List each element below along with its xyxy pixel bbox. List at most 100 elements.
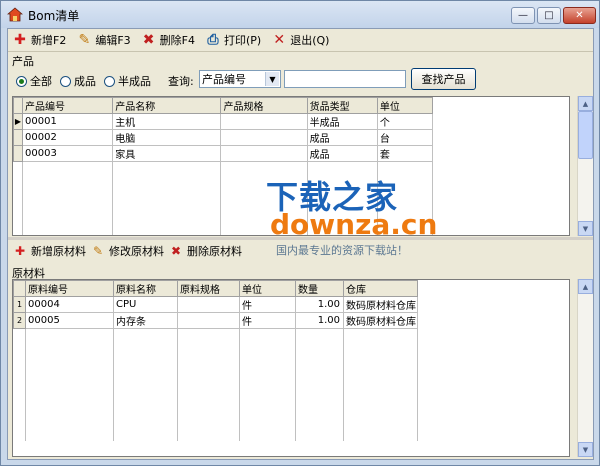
material-cell-qty[interactable]: 1.00 [295, 312, 344, 329]
empty-cell [13, 398, 26, 413]
product-cell-type[interactable]: 半成品 [307, 113, 378, 130]
toolbar-button-3[interactable]: ⎙ 打印(P) [205, 30, 261, 50]
empty-cell [177, 356, 240, 371]
add-icon: ✚ [14, 32, 26, 48]
radio-circle-icon[interactable] [60, 75, 71, 87]
close-button[interactable]: ✕ [563, 7, 596, 24]
empty-cell [13, 231, 24, 235]
maximize-button[interactable]: □ [537, 7, 561, 24]
material-column-header[interactable]: 单位 [239, 280, 296, 297]
material-cell-warehouse[interactable]: 数码原材料仓库 [343, 296, 418, 313]
toolbar-button-4[interactable]: ✕ 退出(Q) [271, 30, 329, 50]
empty-cell [177, 426, 240, 441]
material-cell-name[interactable]: CPU [113, 296, 178, 313]
empty-cell [177, 412, 240, 427]
material-column-header[interactable]: 数量 [295, 280, 344, 297]
radio-circle-icon[interactable] [16, 75, 27, 87]
empty-row [13, 412, 418, 427]
minimize-button[interactable]: — [511, 7, 535, 24]
material-cell-code[interactable]: 00004 [25, 296, 114, 313]
material-grid: 原料编号 原料名称 原料规格 单位 数量 仓库 1 00004 CPU 件 1.00 数码原材料仓库… [12, 279, 570, 457]
product-column-header[interactable]: 单位 [376, 97, 434, 114]
filter-radio-1[interactable]: 成品 [60, 73, 96, 89]
scroll-up-icon[interactable]: ▲ [578, 96, 593, 111]
product-row[interactable]: ▶ 00001 主机 半成品个 [13, 113, 434, 130]
material-column-header[interactable]: 仓库 [343, 280, 418, 297]
empty-cell [343, 398, 418, 413]
empty-cell [343, 356, 418, 371]
empty-cell [25, 370, 114, 385]
product-cell-type[interactable]: 成品 [307, 145, 378, 162]
material-scrollbar[interactable]: ▲ ▼ [577, 279, 593, 457]
scroll-up-icon[interactable]: ▲ [578, 279, 593, 294]
empty-cell [13, 356, 26, 371]
material-cell-spec[interactable] [177, 312, 240, 329]
material-cell-code[interactable]: 00005 [25, 312, 114, 329]
empty-cell [113, 426, 178, 441]
toolbar-button-1[interactable]: ✎ 编辑F3 [76, 30, 130, 50]
empty-cell [13, 412, 26, 427]
product-cell-type[interactable]: 成品 [307, 129, 378, 146]
material-cell-unit[interactable]: 件 [239, 296, 296, 313]
product-cell-unit[interactable]: 套 [377, 145, 434, 162]
product-column-header[interactable]: 产品编号 [22, 97, 114, 114]
scroll-thumb[interactable] [578, 111, 593, 159]
title-bar[interactable]: Bom清单 — □ ✕ [1, 1, 599, 28]
empty-cell [113, 328, 178, 343]
product-cell-unit[interactable]: 台 [377, 129, 434, 146]
radio-circle-icon[interactable] [104, 75, 115, 87]
empty-cell [25, 426, 114, 441]
empty-cell [177, 384, 240, 399]
material-toolbar-button-2[interactable]: ✖ 删除原材料 [168, 241, 242, 261]
query-field-select[interactable]: 产品编号 ▼ [199, 70, 281, 88]
dropdown-arrow-icon[interactable]: ▼ [265, 72, 279, 86]
empty-cell [25, 342, 114, 357]
product-cell-name[interactable]: 家具 [112, 145, 222, 162]
empty-cell [295, 356, 344, 371]
product-cell-code[interactable]: 00002 [22, 129, 114, 146]
app-house-icon [7, 7, 23, 22]
product-cell-code[interactable]: 00003 [22, 145, 114, 162]
material-cell-warehouse[interactable]: 数码原材料仓库 [343, 312, 418, 329]
material-column-header[interactable]: 原料名称 [113, 280, 178, 297]
material-column-header[interactable]: 原料规格 [177, 280, 240, 297]
empty-cell [22, 203, 114, 218]
scroll-down-icon[interactable]: ▼ [578, 442, 593, 457]
material-toolbar-button-0[interactable]: ✚ 新增原材料 [12, 241, 86, 261]
material-column-header[interactable]: 原料编号 [25, 280, 114, 297]
empty-cell [239, 328, 296, 343]
material-row[interactable]: 1 00004 CPU 件 1.00 数码原材料仓库 [13, 296, 418, 313]
empty-cell [295, 328, 344, 343]
product-cell-name[interactable]: 主机 [112, 113, 222, 130]
filter-radio-0[interactable]: 全部 [16, 73, 52, 89]
product-row[interactable]: 00003 家具 成品套 [13, 145, 434, 162]
material-row[interactable]: 2 00005 内存条 件 1.00 数码原材料仓库 [13, 312, 418, 329]
product-cell-spec[interactable] [220, 113, 308, 130]
material-toolbar-label: 新增原材料 [31, 245, 86, 258]
toolbar-button-2[interactable]: ✖ 删除F4 [141, 30, 195, 50]
product-cell-code[interactable]: 00001 [22, 113, 114, 130]
material-toolbar-button-1[interactable]: ✎ 修改原材料 [90, 241, 164, 261]
material-cell-qty[interactable]: 1.00 [295, 296, 344, 313]
material-cell-unit[interactable]: 件 [239, 312, 296, 329]
empty-cell [113, 384, 178, 399]
product-column-header[interactable]: 产品规格 [220, 97, 308, 114]
product-scrollbar[interactable]: ▲ ▼ [577, 96, 593, 236]
toolbar-button-label: 新增F2 [31, 34, 67, 47]
empty-cell [343, 328, 418, 343]
empty-cell [343, 384, 418, 399]
search-product-button[interactable]: 查找产品 [411, 68, 476, 90]
product-cell-spec[interactable] [220, 145, 308, 162]
product-cell-spec[interactable] [220, 129, 308, 146]
material-cell-name[interactable]: 内存条 [113, 312, 178, 329]
product-row[interactable]: 00002 电脑 成品台 [13, 129, 434, 146]
product-column-header[interactable]: 货品类型 [306, 97, 378, 114]
scroll-down-icon[interactable]: ▼ [578, 221, 593, 236]
product-column-header[interactable]: 产品名称 [112, 97, 222, 114]
filter-radio-2[interactable]: 半成品 [104, 73, 151, 89]
toolbar-button-0[interactable]: ✚ 新增F2 [12, 30, 66, 50]
search-input[interactable] [284, 70, 406, 88]
product-cell-unit[interactable]: 个 [377, 113, 434, 130]
product-cell-name[interactable]: 电脑 [112, 129, 222, 146]
material-cell-spec[interactable] [177, 296, 240, 313]
